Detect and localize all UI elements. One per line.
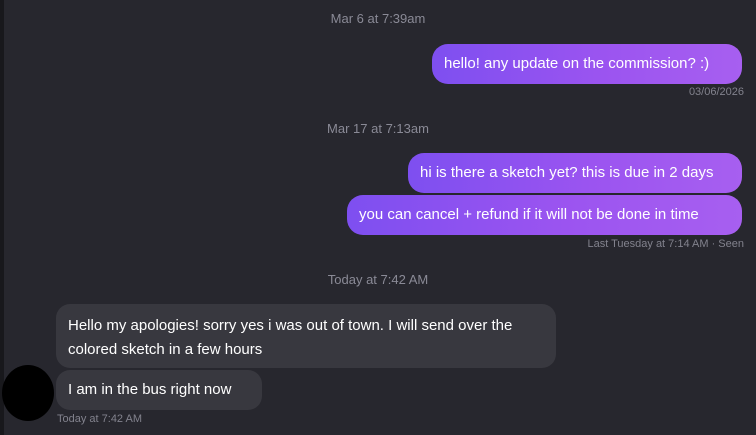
outgoing-message[interactable]: you can cancel + refund if it will not b… [347,195,742,235]
sidebar-edge [0,0,4,435]
timestamp-divider: Mar 6 at 7:39am [330,11,426,26]
incoming-message[interactable]: Hello my apologies! sorry yes i was out … [56,304,556,368]
outgoing-message[interactable]: hi is there a sketch yet? this is due in… [408,153,742,193]
timestamp-divider: Mar 17 at 7:13am [327,121,429,136]
message-time: Today at 7:42 AM [57,413,142,425]
message-date: 03/06/2026 [688,86,744,98]
chat-thread: Mar 6 at 7:39am hello! any update on the… [0,0,756,435]
outgoing-message[interactable]: hello! any update on the commission? :) [432,44,742,84]
avatar[interactable] [2,365,54,421]
incoming-message[interactable]: I am in the bus right now [56,370,262,410]
timestamp-divider: Today at 7:42 AM [327,272,429,287]
seen-status: Last Tuesday at 7:14 AM · Seen [587,238,744,250]
